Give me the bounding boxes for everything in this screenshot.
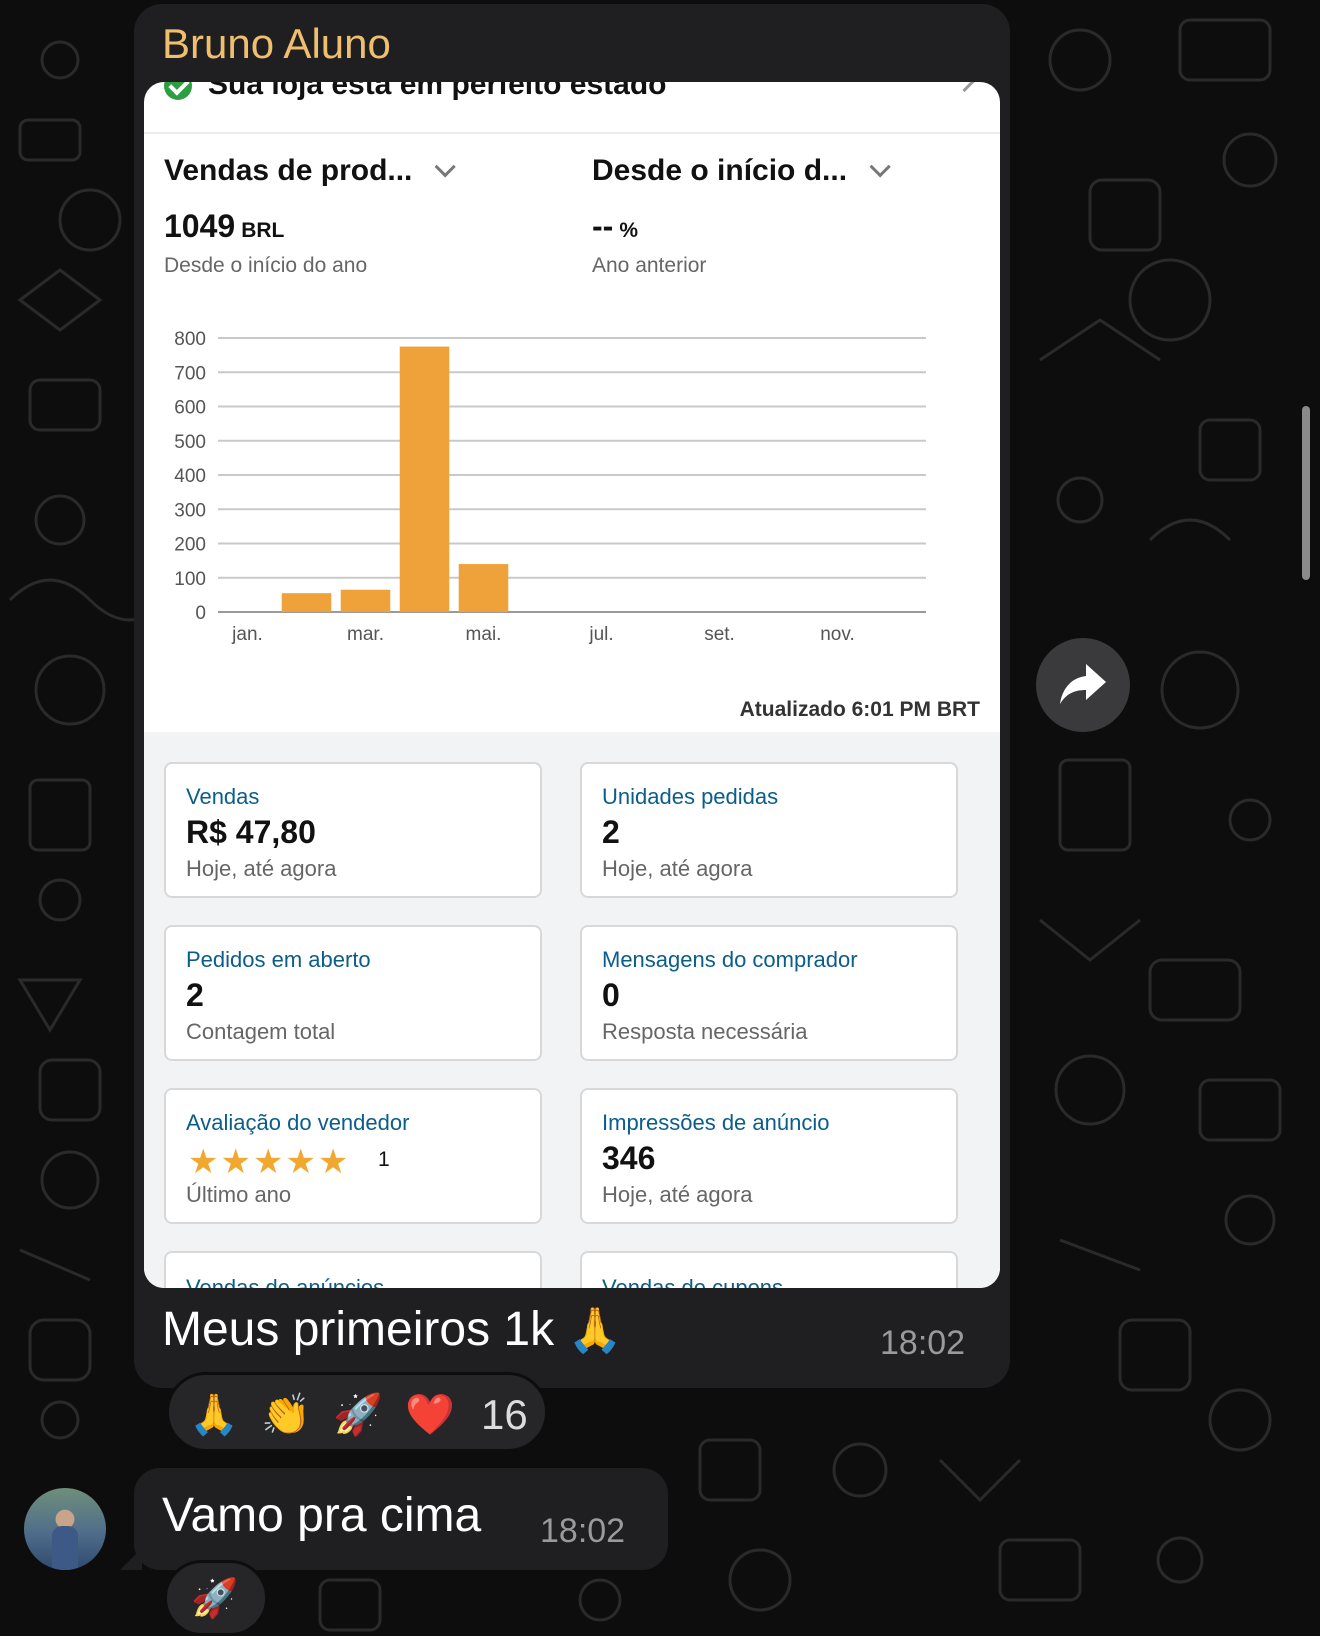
metric-card-value: 0 [602,977,620,1013]
shared-screenshot[interactable]: Sua loja está em perfeito estado Vendas … [144,82,1000,1288]
reaction-praying-hands[interactable]: 🙏 [189,1391,239,1438]
metric-selector: Vendas de prod... [164,154,457,188]
y-tick-label: 500 [174,432,206,453]
metric-selector-label: Vendas de prod... [164,154,413,187]
store-status-text: Sua loja está em perfeito estado [208,82,667,101]
x-tick-label: nov. [820,624,855,645]
metric-card-value: 346 [602,1140,656,1176]
chevron-down-icon [434,156,457,178]
reaction-rocket[interactable]: 🚀 [191,1577,238,1621]
period-selector-label: Desde o início d... [592,154,848,187]
sales-bar-chart: 0 100 200 300 400 500 600 700 800 jan. mar. mai. jul… [174,329,926,645]
period-selector: Desde o início d... [592,154,891,188]
x-tick-label: mai. [466,624,502,645]
chart-bar [458,564,509,612]
metric-card-buyer-messages[interactable]: Mensagens do comprador 0 Resposta necess… [580,925,958,1061]
x-tick-label: jan. [231,624,263,645]
metric-card-units[interactable]: Unidades pedidas 2 Hoje, até agora [580,762,958,898]
metric-card-title: Impressões de anúncio [602,1110,830,1135]
y-tick-label: 200 [174,535,206,556]
metric-card-title: Unidades pedidas [602,784,779,809]
message-caption-text: Meus primeiros 1k [162,1303,555,1356]
share-forward-icon [1060,664,1106,704]
metric-card-subtitle: Hoje, até agora [602,1182,753,1207]
praying-hands-emoji: 🙏 [567,1306,623,1355]
avatar[interactable] [24,1488,106,1570]
chart-bar [340,589,391,612]
metric-card-title: Mensagens do comprador [602,947,858,972]
metric-card-ad-impressions[interactable]: Impressões de anúncio 346 Hoje, até agor… [580,1088,958,1224]
metric-card-subtitle: Hoje, até agora [186,856,337,881]
sender-name[interactable]: Bruno Aluno [162,20,391,68]
chevron-right-icon [953,82,976,93]
yoy-change: --% [592,208,638,245]
metric-card-title: Vendas [186,784,260,809]
share-button[interactable] [1036,638,1130,732]
rating-count: 1 [378,1148,390,1171]
metric-card-value: R$ 47,80 [186,814,316,850]
updated-timestamp: Atualizado 6:01 PM BRT [739,698,980,721]
metric-card-title: Vendas de anúncios [186,1275,385,1288]
metric-card-sales[interactable]: Vendas R$ 47,80 Hoje, até agora [164,762,542,898]
metric-card-seller-rating[interactable]: Avaliação do vendedor ★★★★★ 1 Último ano [164,1088,542,1224]
scrollbar[interactable] [1302,406,1310,580]
metric-card-title: Avaliação do vendedor [186,1110,410,1135]
total-sales-unit: BRL [241,219,285,242]
metric-card-title: Vendas de cupons [602,1275,784,1288]
message-text: Vamo pra cima [162,1489,482,1542]
reaction-heart[interactable]: ❤️ [405,1391,455,1438]
y-tick-label: 300 [174,500,206,521]
y-tick-label: 800 [174,329,206,350]
metric-card-subtitle: Último ano [186,1182,292,1207]
metrics-grid: Vendas R$ 47,80 Hoje, até agora Unidades… [144,732,1000,1288]
reactions-bar[interactable]: 🙏 👏 🚀 ❤️ 16 [166,1372,548,1452]
store-status-bar: Sua loja está em perfeito estado [144,82,1000,134]
metric-card-subtitle: Contagem total [186,1019,336,1044]
reactions-bar[interactable]: 🚀 [164,1560,268,1636]
x-tick-label: set. [704,624,735,645]
x-tick-label: jul. [588,624,613,645]
yoy-change-unit: % [619,219,638,242]
metric-card-subtitle: Hoje, até agora [602,856,753,881]
y-tick-label: 400 [174,466,206,487]
y-tick-label: 600 [174,398,206,419]
metric-card-value: 2 [602,814,620,850]
x-tick-label: mar. [347,624,384,645]
metric-card-coupon-sales[interactable]: Vendas de cupons [580,1251,958,1288]
total-sales-caption: Desde o início do ano [164,254,368,277]
reaction-clapping-hands[interactable]: 👏 [261,1391,311,1438]
metric-card-ad-sales[interactable]: Vendas de anúncios [164,1251,542,1288]
reaction-rocket[interactable]: 🚀 [333,1391,383,1438]
chart-bar [281,593,332,612]
metric-card-title: Pedidos em aberto [186,947,371,972]
star-icon: ★★★★★ [188,1143,351,1181]
y-tick-label: 0 [195,603,206,624]
total-sales-value: 1049 [164,208,236,244]
total-sales: 1049 BRL [164,208,284,245]
y-tick-label: 700 [174,363,206,384]
message-caption: Meus primeiros 1k 🙏 [162,1302,622,1357]
metric-card-value: 2 [186,977,204,1013]
message-time: 18:02 [540,1512,626,1550]
message-time: 18:02 [880,1324,966,1362]
chart-bar [399,346,450,612]
yoy-change-caption: Ano anterior [592,254,707,277]
metric-card-open-orders[interactable]: Pedidos em aberto 2 Contagem total [164,925,542,1061]
check-circle-icon [164,82,192,100]
y-tick-label: 100 [174,569,206,590]
chevron-down-icon [869,156,891,178]
reaction-count[interactable]: 16 [481,1391,528,1439]
yoy-change-value: -- [592,208,614,244]
metric-card-subtitle: Resposta necessária [602,1019,808,1044]
